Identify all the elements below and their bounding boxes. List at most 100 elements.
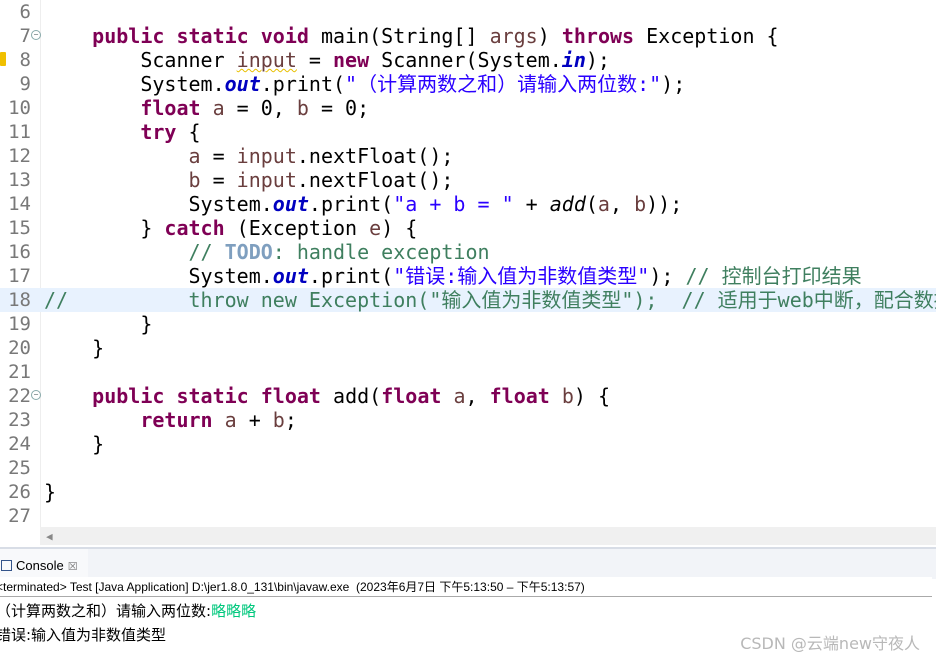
code-line[interactable]: 17 System.out.print("错误:输入值为非数值类型"); // … xyxy=(0,264,936,288)
code-token: out xyxy=(224,72,261,96)
tab-console[interactable]: Console ☒ xyxy=(0,549,88,577)
code-line[interactable]: 23 return a + b; xyxy=(0,408,936,432)
code-token: = xyxy=(296,48,333,72)
console-icon xyxy=(1,560,12,571)
code-line[interactable]: 11 try { xyxy=(0,120,936,144)
code-line[interactable]: 20 } xyxy=(0,336,936,360)
line-number: 15 xyxy=(8,217,31,239)
code-token: b xyxy=(272,408,285,432)
scroll-left-icon[interactable]: ◀ xyxy=(46,530,53,543)
line-number: 8 xyxy=(19,49,31,71)
code-token: static xyxy=(176,24,249,48)
code-text: return a + b; xyxy=(44,408,297,432)
code-token: + xyxy=(236,408,273,432)
code-text: public static float add(float a, float b… xyxy=(44,384,610,408)
code-line[interactable]: 6 xyxy=(0,0,936,24)
code-token: // throw new Exception("输入值为非数值类型"); // … xyxy=(44,288,936,312)
code-text: } catch (Exception e) { xyxy=(44,216,417,240)
code-token: } xyxy=(44,216,165,240)
close-icon[interactable]: ☒ xyxy=(68,561,78,573)
code-token: : handle exception xyxy=(272,240,490,264)
code-line[interactable]: 25 xyxy=(0,456,936,480)
line-number: 23 xyxy=(8,409,31,431)
code-line[interactable]: 18 // throw new Exception("输入值为非数值类型"); /… xyxy=(0,288,936,312)
line-number: 22 xyxy=(8,385,31,407)
code-line[interactable]: 10 float a = 0, b = 0; xyxy=(0,96,936,120)
code-token: b xyxy=(634,192,647,216)
code-token: .nextFloat(); xyxy=(296,168,454,192)
code-token: new xyxy=(333,48,370,72)
code-text: } xyxy=(44,480,56,504)
code-token: b xyxy=(188,168,201,192)
code-token: , xyxy=(609,192,635,216)
code-text: try { xyxy=(44,120,200,144)
user-input-text: 略略略 xyxy=(211,602,257,620)
code-token: + xyxy=(513,192,550,216)
code-token: System. xyxy=(44,264,273,288)
fold-toggle-icon[interactable]: − xyxy=(31,390,41,400)
code-line[interactable]: 27 xyxy=(0,504,936,527)
code-text: // TODO: handle exception xyxy=(44,240,490,264)
code-token: .print( xyxy=(308,192,394,216)
console-process-info: <terminated> Test [Java Application] D:\… xyxy=(0,577,932,597)
line-number: 27 xyxy=(8,505,31,527)
code-line[interactable]: 16 // TODO: handle exception xyxy=(0,240,936,264)
code-token: ) { xyxy=(573,384,611,408)
code-line[interactable]: 26} xyxy=(0,480,936,504)
code-line[interactable]: 21 xyxy=(0,360,936,384)
line-number: 7 xyxy=(19,25,31,47)
code-line[interactable]: 9 System.out.print("（计算两数之和）请输入两位数:"); xyxy=(0,72,936,96)
code-token: input xyxy=(236,144,297,168)
code-token: a xyxy=(188,144,201,168)
code-token: main(String[] xyxy=(308,24,490,48)
code-line[interactable]: 7− public static void main(String[] args… xyxy=(0,24,936,48)
code-line[interactable]: 14 System.out.print("a + b = " + add(a, … xyxy=(0,192,936,216)
code-token: ) { xyxy=(381,216,418,240)
code-token: a xyxy=(212,96,225,120)
code-token: void xyxy=(260,24,309,48)
code-line[interactable]: 13 b = input.nextFloat(); xyxy=(0,168,936,192)
console-tab-bar: Console ☒ xyxy=(0,547,936,579)
console-output[interactable]: （计算两数之和）请输入两位数:略略略 错误:输入值为非数值类型 xyxy=(0,598,256,646)
code-line[interactable]: 8 Scanner input = new Scanner(System.in)… xyxy=(0,48,936,72)
code-token: e xyxy=(369,216,382,240)
code-line[interactable]: 24 } xyxy=(0,432,936,456)
code-line[interactable]: 19 } xyxy=(0,312,936,336)
code-line[interactable]: 22− public static float add(float a, flo… xyxy=(0,384,936,408)
code-text: System.out.print("a + b = " + add(a, b))… xyxy=(44,192,682,216)
code-token: b xyxy=(561,384,574,408)
code-token: = xyxy=(200,144,237,168)
code-text: float a = 0, b = 0; xyxy=(44,96,369,120)
code-text: b = input.nextFloat(); xyxy=(44,168,454,192)
line-number: 13 xyxy=(8,169,31,191)
code-token: Scanner xyxy=(44,48,237,72)
code-token: args xyxy=(489,24,538,48)
fold-toggle-icon[interactable]: − xyxy=(31,30,41,40)
line-number: 26 xyxy=(8,481,31,503)
line-number: 17 xyxy=(8,265,31,287)
code-line[interactable]: 15 } catch (Exception e) { xyxy=(0,216,936,240)
code-token: System. xyxy=(44,72,225,96)
code-token: add xyxy=(549,192,586,216)
output-text: （计算两数之和）请输入两位数: xyxy=(0,602,212,620)
code-token: TODO xyxy=(224,240,273,264)
horizontal-scrollbar[interactable]: ◀ xyxy=(40,527,936,545)
code-editor[interactable]: 6 7− public static void main(String[] arg… xyxy=(0,0,936,527)
code-token: add( xyxy=(320,384,382,408)
line-number: 11 xyxy=(8,121,31,143)
code-token: in xyxy=(561,48,586,72)
code-line[interactable]: 12 a = input.nextFloat(); xyxy=(0,144,936,168)
code-token: throws xyxy=(561,24,635,48)
code-token: (Exception xyxy=(224,216,370,240)
